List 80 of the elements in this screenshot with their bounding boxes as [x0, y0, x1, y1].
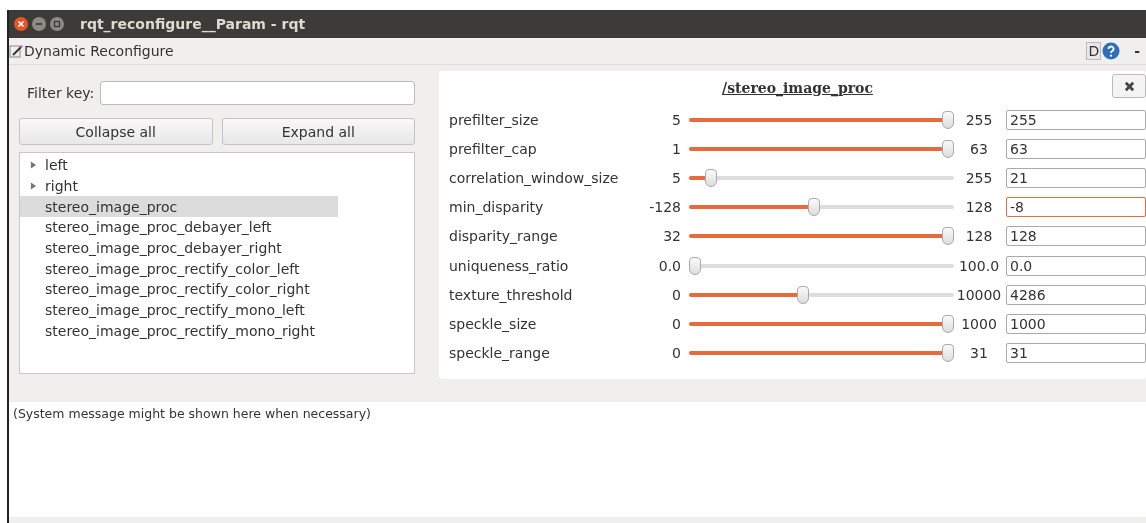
slider-handle[interactable]: [807, 198, 820, 217]
slider[interactable]: [689, 344, 954, 363]
slider-handle[interactable]: [705, 168, 718, 187]
node-title: /stereo_image_proc: [722, 80, 873, 96]
tree-item[interactable]: stereo_image_proc_rectify_color_left: [20, 258, 338, 280]
slider-min-label: 5: [671, 169, 681, 186]
slider-max-label: 128: [964, 228, 994, 245]
parameter-name: uniqueness_ratio: [449, 257, 570, 274]
slider-min-label: 32: [662, 228, 681, 245]
parameter-name: disparity_range: [449, 228, 559, 245]
slider-max-label: 128: [964, 199, 994, 216]
slider-max-label: 100.0: [957, 257, 1001, 274]
slider-handle[interactable]: [942, 227, 954, 246]
value-field[interactable]: 21: [1006, 167, 1146, 188]
value-field[interactable]: 255: [1006, 109, 1146, 130]
slider-max-label: 255: [964, 111, 994, 128]
slider[interactable]: [689, 285, 954, 304]
parameter-name: prefilter_size: [449, 111, 540, 128]
slider-max-label: 1000: [960, 315, 998, 332]
tree-item[interactable]: stereo_image_proc_rectify_mono_left: [20, 299, 338, 321]
slider-min-label: 0.0: [657, 257, 681, 274]
parameter-name: speckle_size: [449, 315, 538, 332]
slider-max-label: 255: [964, 169, 994, 186]
minimize-plugin-button[interactable]: -: [1134, 43, 1140, 59]
parameter-name: min_disparity: [449, 199, 545, 216]
tree-item[interactable]: stereo_image_proc: [20, 196, 338, 218]
slider[interactable]: [689, 256, 954, 275]
slider[interactable]: [689, 168, 954, 187]
plugin-title: Dynamic Reconfigure: [24, 43, 174, 59]
slider-min-label: 5: [671, 111, 681, 128]
maximize-button[interactable]: [50, 17, 64, 31]
expand-arrow-icon[interactable]: [30, 182, 37, 191]
d-button[interactable]: D: [1086, 42, 1102, 60]
value-field[interactable]: 1000: [1006, 313, 1146, 334]
slider-max-label: 31: [969, 345, 989, 362]
value-field[interactable]: 128: [1006, 226, 1146, 247]
slider-min-label: 0: [671, 345, 681, 362]
slider-handle[interactable]: [797, 285, 810, 304]
parameter-name: correlation_window_size: [449, 169, 620, 186]
close-icon: [1123, 80, 1135, 92]
slider-min-label: 1: [671, 140, 681, 157]
slider-handle[interactable]: [942, 314, 954, 333]
value-field[interactable]: 31: [1006, 343, 1146, 364]
slider-min-label: 0: [671, 286, 681, 303]
value-field[interactable]: 0.0: [1006, 255, 1146, 276]
tree-item[interactable]: stereo_image_proc_rectify_color_right: [20, 279, 338, 300]
slider-min-label: -128: [648, 199, 681, 216]
close-button[interactable]: [1112, 74, 1146, 98]
tree-item[interactable]: stereo_image_proc_debayer_left: [20, 217, 338, 238]
status-message: (System message might be shown here when necessary): [13, 406, 371, 421]
slider-handle[interactable]: [942, 344, 954, 363]
slider-handle[interactable]: [689, 256, 701, 275]
parameter-name: speckle_range: [449, 345, 551, 362]
expand-all-button[interactable]: Expand all: [221, 118, 415, 145]
slider[interactable]: [689, 110, 954, 129]
slider[interactable]: [689, 139, 954, 158]
value-field[interactable]: 4286: [1006, 284, 1146, 305]
parameter-name: prefilter_cap: [449, 140, 538, 157]
filter-label: Filter key:: [27, 85, 95, 101]
tree-item[interactable]: stereo_image_proc_rectify_mono_right: [20, 320, 338, 342]
value-field[interactable]: 63: [1006, 138, 1146, 159]
tree-item[interactable]: left: [20, 155, 338, 176]
slider-handle[interactable]: [942, 139, 954, 158]
help-icon[interactable]: [1102, 42, 1121, 60]
expand-arrow-icon[interactable]: [30, 161, 37, 170]
slider-max-label: 10000: [955, 286, 1003, 303]
close-button[interactable]: [14, 17, 28, 31]
slider-handle[interactable]: [942, 110, 954, 129]
slider-max-label: 63: [969, 140, 989, 157]
slider-min-label: 0: [671, 315, 681, 332]
tree-item[interactable]: stereo_image_proc_debayer_right: [20, 237, 338, 259]
window-title: rqt_reconfigure__Param - rqt: [80, 16, 306, 32]
value-field[interactable]: -8: [1006, 197, 1146, 218]
slider[interactable]: [689, 198, 954, 217]
collapse-all-button[interactable]: Collapse all: [19, 118, 213, 145]
filter-field[interactable]: [100, 81, 415, 105]
parameter-name: texture_threshold: [449, 286, 574, 303]
slider[interactable]: [689, 227, 954, 246]
tree-item[interactable]: right: [20, 175, 338, 197]
slider[interactable]: [689, 314, 954, 333]
